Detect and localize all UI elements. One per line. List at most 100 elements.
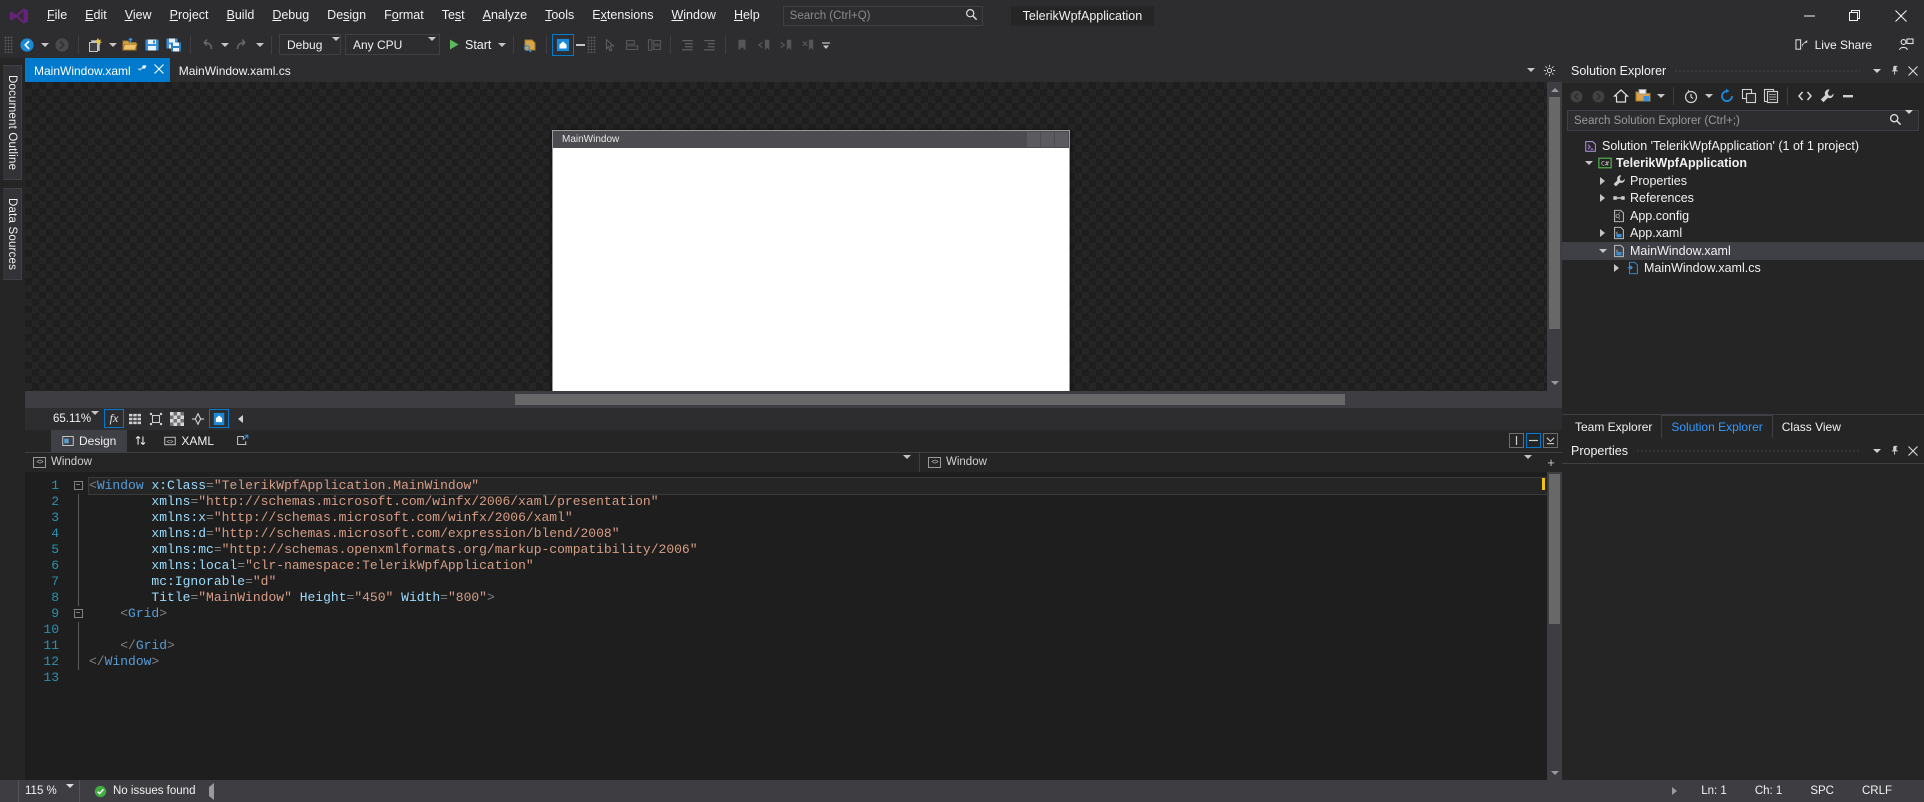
designer-vscroll-thumb[interactable] [1549,97,1560,329]
global-search[interactable] [783,6,983,26]
enable-project-code-button[interactable] [209,409,229,428]
chevron-down-icon[interactable] [1596,249,1609,253]
scroll-down-icon[interactable] [1547,376,1562,391]
tree-item-solution-telerikwpfapplication-1-of-1-project[interactable]: Solution 'TelerikWpfApplication' (1 of 1… [1562,137,1924,155]
open-file-button[interactable] [119,34,141,56]
menu-file[interactable]: File [38,0,76,31]
undo-button[interactable] [196,34,218,56]
pin-icon[interactable] [1886,441,1904,461]
code-line[interactable]: <Grid> [89,606,1547,622]
header-drag-dots[interactable] [1636,438,1860,463]
collapse-pane-button[interactable] [1543,433,1558,448]
fold-toggle[interactable]: − [67,606,89,622]
close-button[interactable] [1878,0,1924,31]
outdent-icon[interactable] [698,34,720,56]
indent-icon[interactable] [676,34,698,56]
collapse-all-icon[interactable] [1738,86,1759,107]
preview-selected-items-icon[interactable] [1838,86,1859,107]
scroll-up-icon[interactable] [1547,82,1562,97]
minimize-button[interactable] [1786,0,1832,31]
doc-tab-mainwindow-xaml-cs[interactable]: MainWindow.xaml.cs [170,58,297,82]
code-line[interactable]: <Window x:Class="TelerikWpfApplication.M… [89,478,1547,494]
tree-item-properties[interactable]: Properties [1562,172,1924,190]
clear-bookmarks-icon[interactable] [797,34,819,56]
tree-item-mainwindow-xaml[interactable]: MainWindow.xaml [1562,242,1924,260]
toggle-bookmark-icon[interactable] [731,34,753,56]
resize-grip[interactable] [1906,780,1924,802]
live-share-button[interactable]: Live Share [1795,31,1872,58]
menu-extensions[interactable]: Extensions [583,0,662,31]
save-button[interactable] [141,34,163,56]
search-options-dropdown-icon[interactable] [1905,114,1916,128]
editor-vscroll-thumb[interactable] [1549,474,1560,624]
tab-list-dropdown-icon[interactable] [1522,59,1539,81]
menu-design[interactable]: Design [318,0,375,31]
properties-window-icon[interactable] [1760,86,1781,107]
code-line[interactable]: </Grid> [89,638,1547,654]
code-line[interactable]: xmlns:mc="http://schemas.openxmlformats.… [89,542,1547,558]
breadcrumb-right[interactable]: <> Window [920,453,1540,472]
designer-vertical-scrollbar[interactable] [1547,82,1562,391]
menu-view[interactable]: View [116,0,161,31]
code-line[interactable]: xmlns:local="clr-namespace:TelerikWpfApp… [89,558,1547,574]
tab-design[interactable]: Design [51,430,127,452]
code-line[interactable]: </Window> [89,654,1547,670]
menu-project[interactable]: Project [161,0,218,31]
xaml-code-editor[interactable]: 12345678910111213 −− <Window x:Class="Te… [25,472,1562,781]
save-all-button[interactable] [163,34,185,56]
pin-icon[interactable] [137,64,148,78]
code-line[interactable]: mc:Ignorable="d" [89,574,1547,590]
chevron-right-icon[interactable] [1596,194,1609,202]
solution-explorer-search[interactable] [1567,110,1919,131]
menu-analyze[interactable]: Analyze [474,0,536,31]
tab-xaml[interactable]: <> XAML [153,430,225,452]
snap-to-snaplines-button[interactable] [188,409,208,428]
design-preview-window[interactable]: MainWindow [552,130,1070,391]
refresh-icon[interactable] [1716,86,1737,107]
code-area[interactable]: 12345678910111213 −− <Window x:Class="Te… [25,472,1547,781]
chevron-down-icon[interactable] [1582,161,1595,165]
toolwindow-options-icon[interactable] [1541,59,1558,81]
split-horizontal-button[interactable] [1526,433,1541,448]
code-line[interactable]: xmlns:x="http://schemas.microsoft.com/wi… [89,510,1547,526]
close-tab-icon[interactable] [154,64,164,77]
vertical-tab-document-outline[interactable]: Document Outline [3,65,22,180]
code-lines[interactable]: <Window x:Class="TelerikWpfApplication.M… [89,472,1547,781]
pointer-select-icon[interactable] [599,34,621,56]
window-menu-icon[interactable] [1868,61,1886,81]
fold-toggle[interactable]: − [67,478,89,494]
swap-panes-button[interactable] [127,430,153,452]
menu-edit[interactable]: Edit [76,0,116,31]
new-item-button[interactable] [84,34,106,56]
chevron-right-icon[interactable] [1610,264,1623,272]
code-line[interactable] [89,622,1547,638]
header-drag-dots[interactable] [1674,58,1860,83]
start-dropdown-icon[interactable] [495,34,508,56]
redo-dropdown-icon[interactable] [253,34,266,56]
toolbar-grip[interactable] [4,36,13,53]
show-transparency-grid-button[interactable] [167,409,187,428]
align-left-icon[interactable] [621,34,643,56]
toolbar-grip-2[interactable] [587,36,596,53]
toolbar-overflow-icon[interactable] [819,34,832,56]
split-vertical-button[interactable] [1509,433,1524,448]
editor-vertical-scrollbar[interactable] [1547,472,1562,781]
code-line[interactable]: Title="MainWindow" Height="450" Width="8… [89,590,1547,606]
add-split-button[interactable]: + [1540,453,1562,472]
issues-status[interactable]: No issues found [80,785,209,798]
code-line[interactable] [89,670,1547,686]
pop-out-xaml-button[interactable] [225,430,260,452]
maximize-restore-button[interactable] [1832,0,1878,31]
menu-test[interactable]: Test [433,0,474,31]
show-all-files-dropdown-icon[interactable] [1654,85,1667,107]
align-group-icon[interactable] [643,34,665,56]
wrench-icon[interactable] [1816,86,1837,107]
collapse-designer-pane-button[interactable] [230,409,250,428]
solution-explorer-search-input[interactable] [1574,115,1886,127]
home-icon[interactable] [1610,86,1631,107]
scroll-down-icon[interactable] [1547,765,1562,780]
designer-zoom-combo[interactable]: 65.11% [47,410,103,428]
dock-tab-solution-explorer[interactable]: Solution Explorer [1661,415,1772,438]
pending-changes-icon[interactable] [1680,86,1701,107]
solution-configuration-combo[interactable]: Debug [279,34,341,55]
